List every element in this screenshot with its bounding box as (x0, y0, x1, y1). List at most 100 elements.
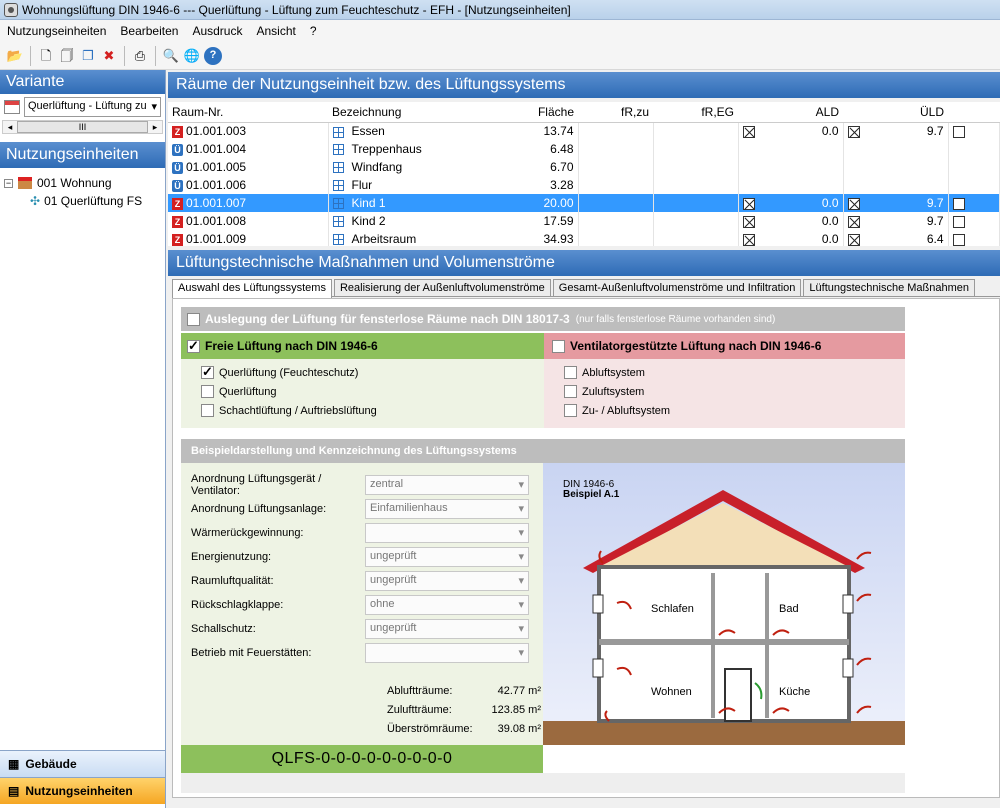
table-row[interactable]: Z 01.001.008 Kind 2 17.59 0.0 9.7 (168, 212, 1000, 230)
help-icon[interactable]: ? (204, 46, 222, 65)
frei-checkbox[interactable] (187, 338, 200, 354)
cell-name: Kind 1 20.00 (328, 194, 579, 212)
field-select[interactable]: Einfamilienhaus (365, 499, 529, 519)
field-select[interactable]: zentral (365, 475, 529, 495)
cell-uld-box (948, 122, 1000, 140)
room-flaeche: 6.70 (550, 160, 574, 174)
scroll-left-icon[interactable]: ◂ (3, 122, 17, 133)
ald-checkbox[interactable] (742, 126, 755, 139)
menu-nutzungseinheiten[interactable]: Nutzungseinheiten (0, 24, 113, 38)
col-flaeche[interactable]: Fläche (428, 102, 578, 123)
duplicate-icon[interactable]: ❐ (79, 47, 97, 65)
tab-auswahl[interactable]: Auswahl des Lüftungssystems (172, 279, 332, 298)
table-row[interactable]: Ü 01.001.004 Treppenhaus 6.48 (168, 140, 1000, 158)
col-ald[interactable]: ALD (738, 102, 843, 123)
uld-checkbox[interactable] (847, 215, 860, 228)
col-freg[interactable]: fR,EG (653, 102, 738, 123)
col-uld[interactable]: ÜLD (843, 102, 948, 123)
table-row[interactable]: Ü 01.001.006 Flur 3.28 (168, 176, 1000, 194)
room-nr: 01.001.008 (186, 214, 247, 228)
uld-box-checkbox[interactable] (952, 233, 965, 246)
option-checkbox[interactable] (564, 385, 577, 398)
uld-box-checkbox[interactable] (952, 197, 965, 210)
option-checkbox[interactable] (564, 404, 577, 417)
vent-checkbox[interactable] (552, 339, 565, 353)
field-select[interactable]: ungeprüft (365, 547, 529, 567)
cell-nr: Z 01.001.003 (168, 122, 329, 140)
scroll-thumb[interactable]: III (17, 121, 148, 133)
cell-name: Treppenhaus 6.48 (328, 140, 579, 158)
room-nr: 01.001.009 (186, 232, 247, 246)
uld-checkbox[interactable] (847, 197, 860, 210)
field-select[interactable]: ungeprüft (365, 619, 529, 639)
vent-option[interactable]: Zu- / Abluftsystem (564, 401, 905, 420)
fensterlos-band: Auslegung der Lüftung für fensterlose Rä… (181, 307, 905, 331)
cell-freg (653, 212, 739, 230)
summary-value: 39.08 m² (497, 722, 541, 735)
table-row[interactable]: Ü 01.001.005 Windfang 6.70 (168, 158, 1000, 176)
col-frzu[interactable]: fR,zu (578, 102, 653, 123)
vent-option[interactable]: Zuluftsystem (564, 382, 905, 401)
field-row: Anordnung Lüftungsgerät / Ventilator: zen… (181, 473, 543, 497)
frei-option[interactable]: Querlüftung (201, 382, 544, 401)
print-icon[interactable]: ⎙ (131, 47, 149, 65)
globe-icon[interactable]: 🌐 (183, 47, 201, 65)
option-checkbox[interactable] (201, 404, 214, 417)
room-grid-icon (332, 126, 344, 138)
uld-checkbox[interactable] (847, 126, 860, 139)
tree-child-label: 01 Querlüftung FS (44, 194, 143, 208)
house-icon (18, 177, 32, 189)
copy-document-icon[interactable]: 🗍 (58, 47, 76, 65)
room-type-icon: Z (172, 126, 183, 139)
col-bezeichnung[interactable]: Bezeichnung (328, 102, 428, 123)
search-icon[interactable]: 🔍 (162, 47, 180, 65)
field-select[interactable] (365, 643, 529, 663)
option-checkbox[interactable] (564, 366, 577, 379)
nav-nutzungseinheiten[interactable]: ▤ Nutzungseinheiten (0, 777, 165, 804)
menu-ansicht[interactable]: Ansicht (249, 24, 302, 38)
fields-panel: Anordnung Lüftungsgerät / Ventilator: zen… (181, 463, 543, 745)
open-folder-icon[interactable]: 📂 (6, 47, 24, 65)
ventilation-icon: ✣ (30, 194, 41, 208)
room-ald: 0.0 (821, 196, 839, 210)
left-panel: Variante Querlüftung - Lüftung zu ▾ ◂ II… (0, 70, 166, 808)
variante-select[interactable]: Querlüftung - Lüftung zu ▾ (24, 97, 161, 117)
cell-ald: 0.0 (738, 230, 844, 246)
tab-realisierung[interactable]: Realisierung der Außenluftvolumenströme (333, 279, 551, 296)
menu-ausdruck[interactable]: Ausdruck (185, 24, 249, 38)
table-header-row: Raum-Nr. Bezeichnung Fläche fR,zu fR,EG … (168, 102, 1000, 123)
option-checkbox[interactable] (201, 364, 214, 380)
table-row[interactable]: Z 01.001.003 Essen 13.74 0.0 9.7 (168, 122, 1000, 140)
field-row: Wärmerückgewinnung: (181, 521, 543, 545)
field-select[interactable] (365, 523, 529, 543)
vent-option[interactable]: Abluftsystem (564, 363, 905, 382)
uld-checkbox[interactable] (847, 233, 860, 246)
ald-checkbox[interactable] (742, 215, 755, 228)
new-document-icon[interactable]: 🗋 (37, 47, 55, 65)
menu-bearbeiten[interactable]: Bearbeiten (113, 24, 185, 38)
tree-item-querlueftung[interactable]: ✣ 01 Querlüftung FS (4, 192, 165, 210)
frei-option[interactable]: Querlüftung (Feuchteschutz) (201, 363, 544, 382)
delete-icon[interactable]: ✖ (100, 47, 118, 65)
menu-help[interactable]: ? (303, 24, 324, 38)
tab-gesamt[interactable]: Gesamt-Außenluftvolumenströme und Infilt… (552, 279, 802, 296)
scroll-right-icon[interactable]: ▸ (148, 122, 162, 133)
field-select[interactable]: ungeprüft (365, 571, 529, 591)
uld-box-checkbox[interactable] (952, 215, 965, 228)
nav-gebaeude[interactable]: ▦ Gebäude (0, 750, 165, 777)
col-raum-nr[interactable]: Raum-Nr. (168, 102, 328, 123)
collapse-icon[interactable]: − (4, 178, 13, 188)
table-row[interactable]: Z 01.001.007 Kind 1 20.00 0.0 9.7 (168, 194, 1000, 212)
horizontal-scrollbar[interactable]: ◂ III ▸ (2, 120, 163, 134)
tree-item-wohnung[interactable]: − 001 Wohnung (4, 174, 165, 192)
uld-box-checkbox[interactable] (952, 126, 965, 139)
frei-option[interactable]: Schachtlüftung / Auftriebslüftung (201, 401, 544, 420)
option-checkbox[interactable] (201, 385, 214, 398)
tab-massnahmen[interactable]: Lüftungstechnische Maßnahmen (803, 279, 976, 296)
table-row[interactable]: Z 01.001.009 Arbeitsraum 34.93 0.0 6.4 (168, 230, 1000, 246)
ald-checkbox[interactable] (742, 197, 755, 210)
frei-panel: Freie Lüftung nach DIN 1946-6 Querlüftun… (181, 333, 544, 428)
fensterlos-checkbox[interactable] (187, 312, 200, 326)
field-select[interactable]: ohne (365, 595, 529, 615)
ald-checkbox[interactable] (742, 233, 755, 246)
